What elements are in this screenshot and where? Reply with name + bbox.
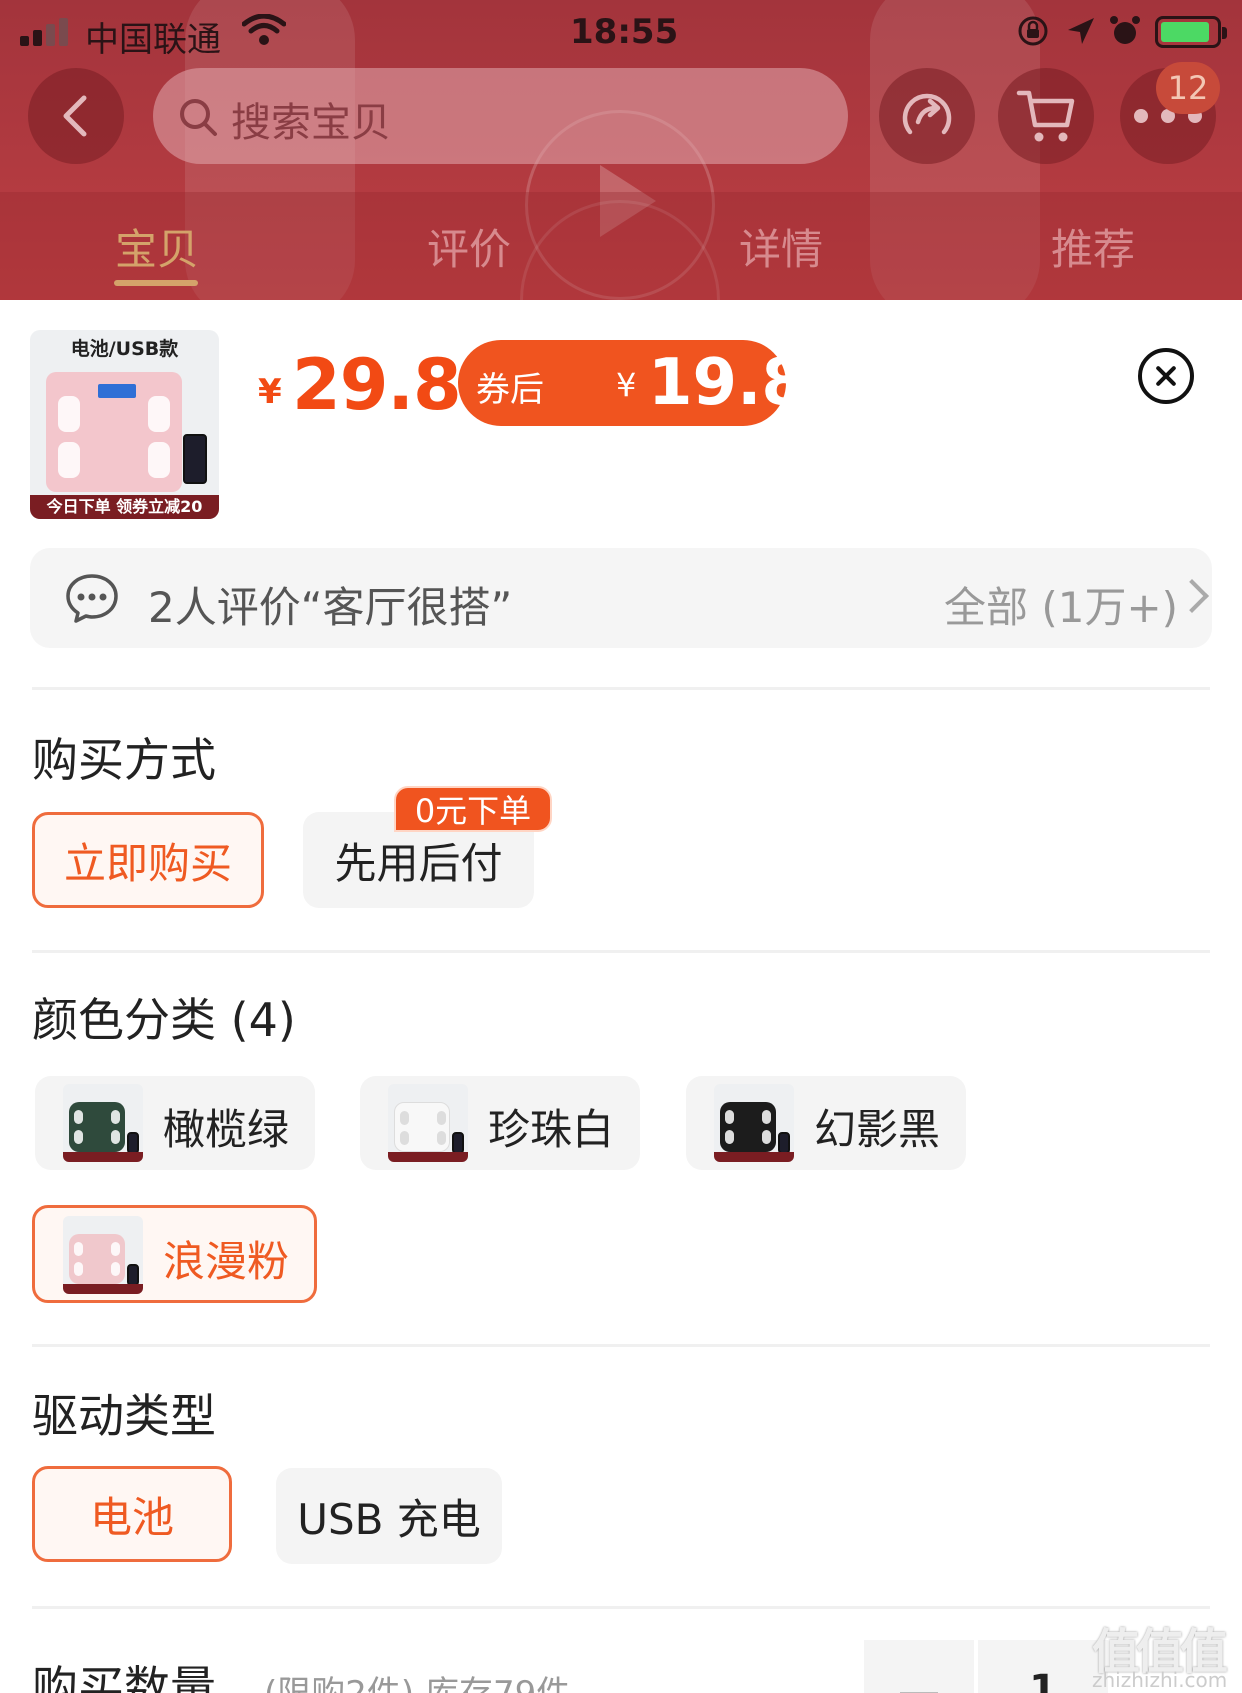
divider (32, 950, 1210, 953)
chat-bubble-icon (66, 574, 118, 623)
wifi-icon (242, 14, 286, 45)
carrier-name: 中国联通 (85, 20, 221, 60)
watermark-site: zhizhizhi.com (1092, 1668, 1228, 1692)
coupon-price-badge: 券后 ¥ 19.80 (458, 340, 850, 426)
option-buy-now[interactable]: 立即购买 (32, 812, 264, 908)
search-icon (180, 99, 217, 136)
color-label: 幻影黑 (814, 1105, 941, 1154)
purchase-method-title: 购买方式 (32, 733, 216, 787)
quantity-value[interactable]: 1 (978, 1640, 1108, 1693)
product-tabs: 宝贝 评价 详情 推荐 (0, 206, 1242, 286)
close-button[interactable] (1138, 348, 1194, 404)
coupon-currency: ¥ (616, 366, 637, 404)
divider (32, 1344, 1210, 1347)
swatch-thumbnail (63, 1084, 143, 1162)
cart-icon (1016, 90, 1075, 142)
share-icon (902, 93, 952, 135)
divider (32, 1606, 1210, 1609)
scale-display (98, 384, 136, 398)
color-option-pearl-white[interactable]: 珍珠白 (360, 1076, 640, 1170)
thumbnail-title: 电池/USB款 (70, 338, 179, 360)
cart-count-badge: 12 (1156, 62, 1220, 114)
color-option-romantic-pink[interactable]: 浪漫粉 (32, 1205, 317, 1303)
quantity-title: 购买数量 (32, 1661, 216, 1693)
top-nav: 搜索宝贝 (0, 66, 1242, 176)
location-icon (1068, 18, 1094, 44)
quantity-limit-hint: (限购2件) 库存79件 (264, 1666, 570, 1693)
clock-time: 18:55 (570, 12, 679, 52)
review-summary[interactable]: 2人评价“客厅很搭” 全部 (1万+) (30, 548, 1212, 648)
price-currency: ¥ (258, 372, 282, 412)
tab-reviews[interactable]: 评价 (427, 216, 511, 277)
option-battery[interactable]: 电池 (32, 1466, 232, 1562)
status-bar: 中国联通 18:55 (0, 0, 1242, 62)
rotation-lock-icon (1018, 16, 1048, 46)
battery-icon (1155, 16, 1227, 48)
option-usb-charge[interactable]: USB 充电 (276, 1468, 502, 1564)
alarm-icon (1110, 16, 1140, 44)
chevron-left-icon (63, 95, 87, 137)
price: 29.8 (292, 344, 462, 426)
coupon-price: 19.80 (648, 346, 851, 420)
thumbnail-banner: 今日下单 领券立减20 (30, 495, 219, 519)
cellular-signal-icon (20, 18, 72, 46)
color-option-olive-green[interactable]: 橄榄绿 (35, 1076, 315, 1170)
coupon-label: 券后 (476, 370, 544, 410)
review-highlight: 2人评价“客厅很搭” (148, 583, 513, 632)
tab-item[interactable]: 宝贝 (115, 216, 199, 277)
site-watermark: 值值值 zhizhizhi.com (1090, 1612, 1242, 1693)
swatch-thumbnail (714, 1084, 794, 1162)
search-placeholder: 搜索宝贝 (231, 100, 391, 146)
color-category-title: 颜色分类 (4) (32, 993, 296, 1047)
color-label: 橄榄绿 (163, 1105, 290, 1154)
phone-image (183, 434, 207, 484)
tab-details[interactable]: 详情 (739, 216, 823, 277)
color-label: 浪漫粉 (163, 1237, 290, 1286)
tab-recommend[interactable]: 推荐 (1051, 216, 1135, 277)
color-option-phantom-black[interactable]: 幻影黑 (686, 1076, 966, 1170)
share-button[interactable] (879, 68, 975, 164)
divider (32, 687, 1210, 690)
scale-image (46, 372, 182, 492)
color-label: 珍珠白 (488, 1105, 615, 1154)
active-tab-indicator (114, 280, 198, 286)
swatch-thumbnail (63, 1216, 143, 1294)
review-count-link[interactable]: 全部 (1万+) (944, 574, 1178, 635)
drive-type-title: 驱动类型 (32, 1389, 216, 1443)
product-thumbnail[interactable]: 电池/USB款 今日下单 领券立减20 (30, 330, 219, 519)
search-input[interactable]: 搜索宝贝 (153, 68, 848, 164)
cart-button[interactable] (998, 68, 1094, 164)
back-button[interactable] (28, 68, 124, 164)
swatch-thumbnail (388, 1084, 468, 1162)
chevron-right-icon (1175, 579, 1209, 613)
quantity-decrease-button[interactable] (864, 1640, 974, 1693)
pay-later-tag: 0元下单 (394, 786, 552, 832)
